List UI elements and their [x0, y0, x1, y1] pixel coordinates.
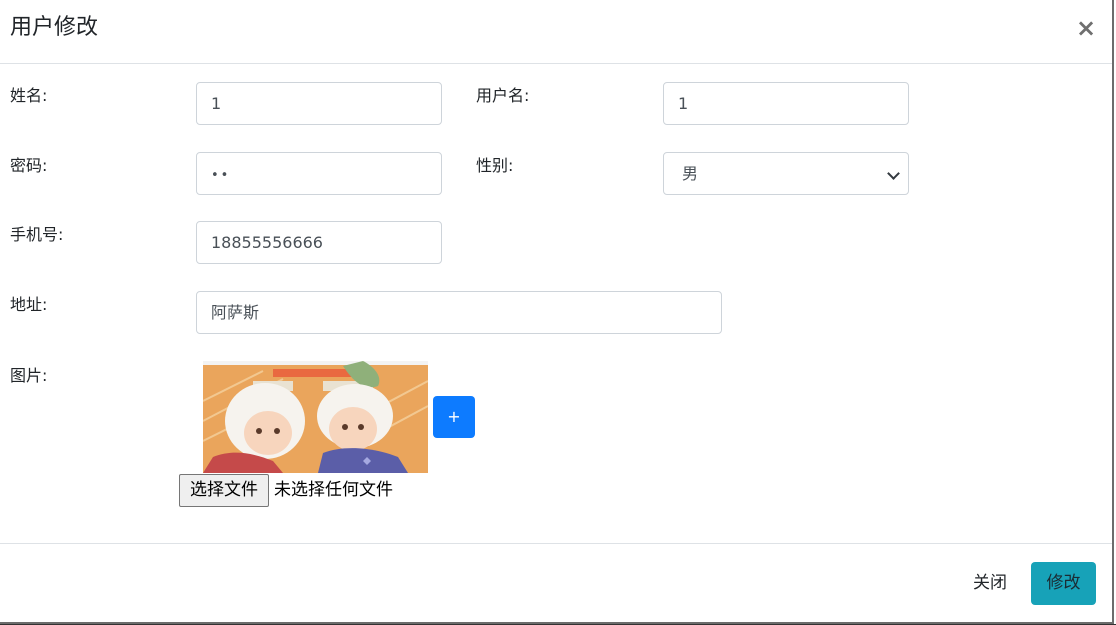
password-mask: ••: [211, 168, 231, 183]
user-photo-preview: [203, 361, 428, 473]
user-edit-modal: 用户修改 × 姓名: 1 用户名: 1 密码: •• 性别: 男 手机号: 18…: [0, 0, 1114, 624]
phone-label: 手机号:: [10, 225, 64, 244]
address-input[interactable]: 阿萨斯: [196, 291, 722, 334]
choose-file-button[interactable]: 选择文件: [179, 474, 269, 507]
username-label: 用户名:: [476, 86, 530, 105]
image-label: 图片:: [10, 366, 48, 385]
gender-label: 性别:: [476, 156, 514, 175]
chevron-down-icon: [887, 167, 900, 180]
footer-divider: [0, 543, 1112, 544]
close-icon[interactable]: ×: [1074, 14, 1098, 42]
modal-header: 用户修改 ×: [0, 0, 1112, 64]
username-input[interactable]: 1: [663, 82, 909, 125]
add-image-button[interactable]: +: [433, 396, 475, 438]
gender-selected-value: 男: [682, 164, 699, 183]
name-input[interactable]: 1: [196, 82, 442, 125]
close-button[interactable]: 关闭: [962, 563, 1018, 603]
password-label: 密码:: [10, 156, 48, 175]
password-input[interactable]: ••: [196, 152, 442, 195]
modal-title: 用户修改: [10, 15, 99, 40]
name-label: 姓名:: [10, 86, 48, 105]
file-status-text: 未选择任何文件: [274, 480, 393, 500]
gender-select[interactable]: 男: [663, 152, 909, 195]
address-label: 地址:: [10, 295, 48, 314]
phone-input[interactable]: 18855556666: [196, 221, 442, 264]
submit-button[interactable]: 修改: [1031, 562, 1096, 605]
